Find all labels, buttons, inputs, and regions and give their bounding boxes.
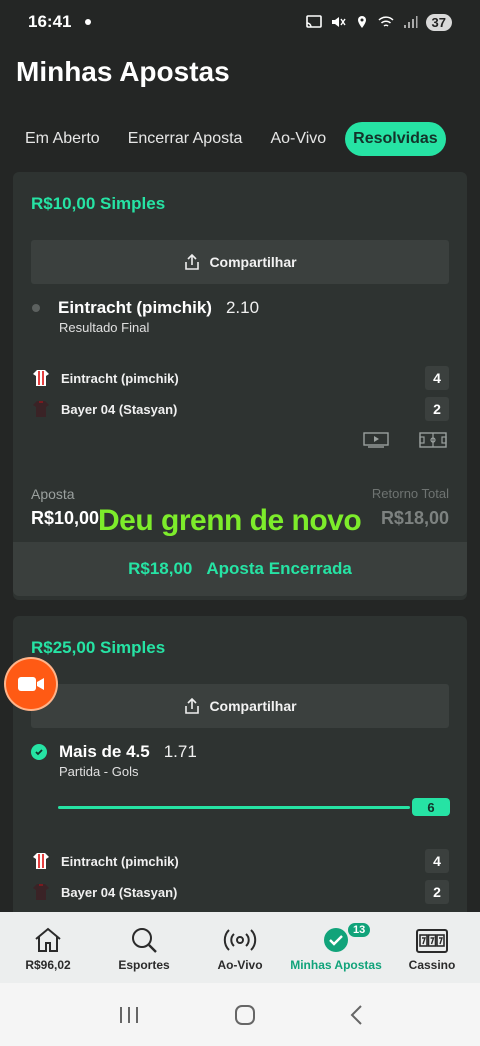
nav-my-bets[interactable]: 13 Minhas Apostas — [288, 912, 384, 983]
location-icon — [357, 16, 366, 28]
bet-card: R$25,00 Simples Compartilhar Mais de 4.5… — [13, 616, 467, 946]
team-score: 2 — [425, 880, 449, 904]
team-name: Eintracht (pimchik) — [61, 370, 179, 386]
battery-level: 37 — [425, 13, 452, 31]
bet-tabs: Em Aberto Encerrar Aposta Ao-Vivo Resolv… — [14, 122, 452, 156]
bet-title: R$25,00 Simples — [31, 638, 166, 657]
nav-label: Minhas Apostas — [290, 958, 382, 972]
tab-live[interactable]: Ao-Vivo — [259, 124, 337, 154]
pitch-tracker-icon[interactable] — [419, 432, 447, 448]
live-icon — [223, 929, 257, 951]
tab-settled[interactable]: Resolvidas — [345, 122, 446, 156]
status-time: 16:41 — [28, 12, 72, 31]
selection-status-dot — [32, 304, 40, 312]
tab-cash-out[interactable]: Encerrar Aposta — [117, 124, 254, 154]
nav-live[interactable]: Ao-Vivo — [192, 912, 288, 983]
team-row: Bayer 04 (Stasyan) 2 — [31, 880, 449, 904]
video-camera-icon — [18, 677, 44, 691]
search-icon — [132, 928, 157, 953]
notification-dot — [85, 19, 92, 25]
goals-progress-bar: 6 — [58, 798, 450, 816]
selection-market: Partida - Gols — [59, 764, 139, 779]
selection-name: Mais de 4.5 — [59, 742, 150, 761]
mute-icon — [331, 17, 346, 27]
my-bets-count-badge: 13 — [346, 921, 373, 939]
nav-label: Ao-Vivo — [217, 958, 263, 972]
jersey-icon — [33, 370, 49, 386]
team-row: Eintracht (pimchik) 4 — [31, 366, 449, 390]
home-icon — [35, 927, 61, 952]
team-row: Eintracht (pimchik) 4 — [31, 849, 449, 873]
team-row: Bayer 04 (Stasyan) 2 — [31, 397, 449, 421]
team-score: 4 — [425, 849, 449, 873]
home-button-icon[interactable] — [234, 1004, 256, 1026]
team-name: Bayer 04 (Stasyan) — [61, 401, 178, 417]
team-name: Eintracht (pimchik) — [61, 853, 179, 869]
status-bar: 16:41 37 — [0, 0, 480, 44]
selection-odds: 1.71 — [163, 742, 197, 761]
nav-label: R$96,02 — [25, 958, 71, 972]
jersey-icon — [33, 884, 49, 900]
system-navigation-bar — [0, 983, 480, 1046]
jersey-icon — [33, 401, 49, 417]
stake-label: Aposta — [31, 486, 75, 502]
share-label: Compartilhar — [209, 698, 297, 714]
selection-odds: 2.10 — [225, 298, 260, 317]
share-button[interactable]: Compartilhar — [31, 240, 449, 284]
stake-value: R$10,00 — [31, 508, 100, 528]
return-value: R$18,00 — [380, 508, 449, 528]
page-title: Minhas Apostas — [16, 56, 230, 87]
share-icon — [185, 697, 200, 714]
share-label: Compartilhar — [209, 254, 297, 270]
closed-amount: R$18,00 — [128, 559, 193, 578]
team-name: Bayer 04 (Stasyan) — [61, 884, 178, 900]
video-stream-icon[interactable] — [363, 432, 389, 448]
back-icon[interactable] — [349, 1004, 363, 1026]
progress-value: 6 — [412, 798, 450, 816]
nav-label: Esportes — [118, 958, 170, 972]
signal-icon — [403, 16, 418, 28]
status-icons: 37 — [305, 13, 452, 31]
wifi-icon — [378, 16, 394, 27]
selection-row: Mais de 4.5 1.71 — [31, 742, 197, 762]
screen-record-button[interactable] — [6, 659, 56, 709]
bet-title: R$10,00 Simples — [31, 194, 166, 213]
tab-open[interactable]: Em Aberto — [14, 124, 111, 154]
share-icon — [185, 253, 200, 270]
return-label: Retorno Total — [371, 486, 449, 501]
selection-market: Resultado Final — [59, 320, 150, 335]
team-score: 4 — [425, 366, 449, 390]
nav-casino[interactable]: Cassino — [384, 912, 480, 983]
bet-closed-banner: R$18,00 Aposta Encerrada — [13, 542, 467, 596]
share-button[interactable]: Compartilhar — [31, 684, 449, 728]
nav-sports[interactable]: Esportes — [96, 912, 192, 983]
team-score: 2 — [425, 397, 449, 421]
media-icons — [363, 432, 447, 448]
check-icon — [31, 744, 47, 760]
bottom-nav: R$96,02 Esportes Ao-Vivo 13 Minhas Apost… — [0, 912, 480, 983]
closed-label: Aposta Encerrada — [206, 559, 352, 578]
selection-name: Eintracht (pimchik) — [58, 298, 212, 317]
slot-machine-icon — [416, 929, 448, 953]
nav-home[interactable]: R$96,02 — [0, 912, 96, 983]
jersey-icon — [33, 853, 49, 869]
nav-label: Cassino — [408, 958, 456, 972]
progress-track — [58, 805, 410, 809]
selection-row: Eintracht (pimchik) 2.10 — [31, 298, 259, 318]
video-caption-overlay: Deu grenn de novo — [98, 504, 362, 537]
cast-icon — [305, 15, 322, 28]
recent-apps-icon[interactable] — [117, 1005, 141, 1025]
